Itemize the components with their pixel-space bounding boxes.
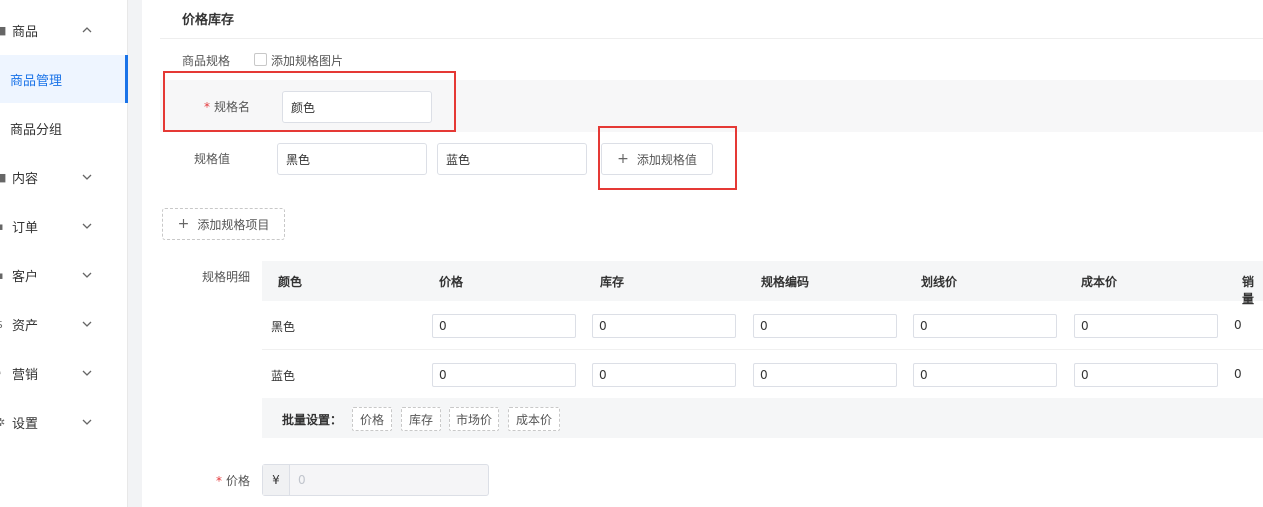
- sidebar-subitem-goods-group[interactable]: 商品分组: [0, 104, 127, 152]
- spec-label: 商品规格: [182, 54, 231, 68]
- sales-value: 0: [1234, 318, 1242, 332]
- sidebar-item-asset[interactable]: $ 资产: [0, 300, 127, 348]
- sidebar-item-marketing[interactable]: ◦ 营销: [0, 349, 127, 397]
- batch-tag-price[interactable]: 价格: [352, 407, 392, 431]
- required-mark: *: [216, 474, 222, 488]
- sidebar-item-settings[interactable]: ✲ 设置: [0, 398, 127, 446]
- add-spec-image-label[interactable]: 添加规格图片: [271, 52, 343, 69]
- sidebar-item-label: 客户: [12, 269, 39, 285]
- sidebar-item-label: 营销: [12, 367, 39, 383]
- chevron-down-icon: [82, 172, 92, 182]
- strike-price-input[interactable]: 0: [913, 314, 1057, 338]
- cost-price-input[interactable]: 0: [1074, 314, 1218, 338]
- cost-price-input[interactable]: 0: [1074, 363, 1218, 387]
- order-icon: ▪: [0, 220, 6, 233]
- sales-value: 0: [1234, 367, 1242, 381]
- main-content: 价格库存 商品规格 添加规格图片 * 规格名 颜色 规格值 黑色 蓝色 + 添加规格…: [142, 0, 1263, 507]
- spec-value-input[interactable]: 黑色: [277, 143, 427, 175]
- content-icon: ■: [0, 170, 7, 184]
- table-header-cell: 规格编码: [761, 275, 810, 289]
- sidebar-item-label: 商品: [12, 24, 39, 40]
- table-header-cell: 成本价: [1081, 275, 1118, 289]
- sidebar-subitem-label: 商品分组: [10, 122, 63, 138]
- row-name: 蓝色: [271, 369, 296, 383]
- table-row: 蓝色 0 0 0 0 0 0: [262, 350, 1263, 399]
- chevron-down-icon: [82, 270, 92, 280]
- strike-price-input[interactable]: 0: [913, 363, 1057, 387]
- price-input[interactable]: 0: [432, 363, 576, 387]
- highlight-box-add-value: [598, 126, 737, 190]
- sidebar-item-order[interactable]: ▪ 订单: [0, 202, 127, 250]
- chevron-down-icon: [82, 319, 92, 329]
- sidebar-item-label: 设置: [12, 416, 39, 432]
- stock-input[interactable]: 0: [592, 314, 736, 338]
- goods-icon: ■: [0, 23, 7, 37]
- row-name: 黑色: [271, 320, 296, 334]
- batch-settings-label: 批量设置：: [282, 413, 343, 427]
- price-input[interactable]: 0: [432, 314, 576, 338]
- plus-icon: +: [177, 216, 190, 232]
- sidebar-subitem-label: 商品管理: [10, 73, 63, 89]
- customer-icon: ▪: [0, 269, 6, 282]
- asset-icon: $: [0, 318, 6, 331]
- price-label-text: 价格: [226, 474, 251, 488]
- chevron-down-icon: [82, 221, 92, 231]
- batch-settings-bar: 批量设置： 价格 库存 市场价 成本价: [262, 398, 1263, 438]
- spec-detail-label: 规格明细: [202, 270, 251, 284]
- price-label: * 价格: [216, 472, 250, 489]
- batch-tag-stock[interactable]: 库存: [401, 407, 441, 431]
- table-header-cell: 库存: [600, 275, 625, 289]
- sidebar-item-label: 订单: [12, 220, 39, 236]
- marketing-icon: ◦: [0, 367, 6, 380]
- sidebar-subitem-goods-manage[interactable]: 商品管理: [0, 55, 128, 103]
- price-input-placeholder: 0: [298, 473, 306, 487]
- spec-value-label: 规格值: [194, 152, 231, 166]
- price-input[interactable]: ¥ 0: [262, 464, 489, 496]
- chevron-up-icon: [82, 25, 92, 35]
- chevron-down-icon: [82, 417, 92, 427]
- sidebar-item-label: 内容: [12, 171, 39, 187]
- currency-prefix: ¥: [263, 465, 290, 495]
- sidebar-item-label: 资产: [12, 318, 39, 334]
- settings-icon: ✲: [0, 415, 6, 429]
- table-header-cell: 颜色: [278, 275, 303, 289]
- sku-code-input[interactable]: 0: [753, 363, 897, 387]
- chevron-down-icon: [82, 368, 92, 378]
- table-row: 黑色 0 0 0 0 0 0: [262, 301, 1263, 350]
- sidebar: ■ 商品 商品管理 商品分组 ■ 内容 ▪ 订单 ▪ 客户 $ 资产 ◦ 营销 …: [0, 0, 128, 507]
- add-spec-image-checkbox[interactable]: [254, 53, 267, 66]
- spec-value-input[interactable]: 蓝色: [437, 143, 587, 175]
- table-header: 颜色 价格 库存 规格编码 划线价 成本价 销量: [262, 261, 1263, 306]
- sku-code-input[interactable]: 0: [753, 314, 897, 338]
- sidebar-item-content[interactable]: ■ 内容: [0, 153, 127, 201]
- add-spec-item-button[interactable]: + 添加规格项目: [162, 208, 285, 240]
- highlight-box-spec-name: [163, 71, 456, 132]
- table-header-cell: 价格: [439, 275, 464, 289]
- table-header-cell: 划线价: [921, 275, 958, 289]
- stock-input[interactable]: 0: [592, 363, 736, 387]
- add-spec-item-label: 添加规格项目: [197, 217, 270, 232]
- sidebar-item-goods[interactable]: ■ 商品: [0, 6, 127, 54]
- layout-gutter: [128, 0, 142, 507]
- batch-tag-market-price[interactable]: 市场价: [449, 407, 499, 431]
- batch-tag-cost-price[interactable]: 成本价: [508, 407, 560, 431]
- divider: [160, 38, 1263, 39]
- section-title: 价格库存: [182, 13, 235, 28]
- sidebar-item-customer[interactable]: ▪ 客户: [0, 251, 127, 299]
